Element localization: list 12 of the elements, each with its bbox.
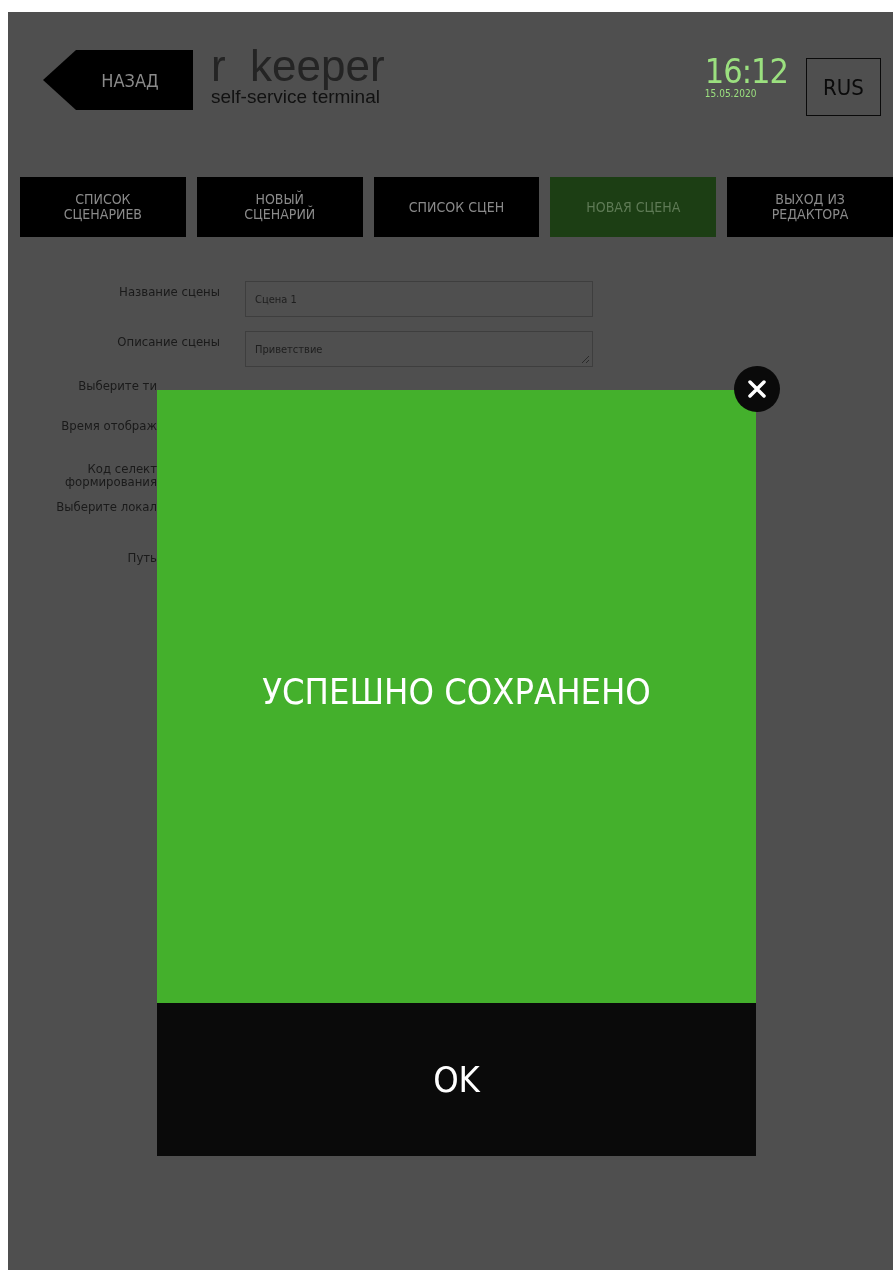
clock-date: 15.05.2020 [704,88,758,99]
ok-button[interactable]: OK [157,1003,756,1156]
clock-time: 16:12 [704,54,788,88]
close-icon[interactable] [734,366,780,412]
resize-grip-icon [580,354,590,364]
tab[interactable]: ВЫХОД ИЗ РЕДАКТОРА [727,177,893,237]
dialog-message: УСПЕШНО СОХРАНЕНО [262,671,651,712]
tab[interactable]: СПИСОК СЦЕН [373,177,540,237]
tab[interactable]: СПИСОК СЦЕНАРИЕВ [20,177,186,237]
back-button[interactable]: НАЗАД [43,50,193,110]
tab[interactable]: НОВЫЙ СЦЕНАРИЙ [196,177,363,237]
logo-subtitle: self-service terminal [211,86,380,109]
